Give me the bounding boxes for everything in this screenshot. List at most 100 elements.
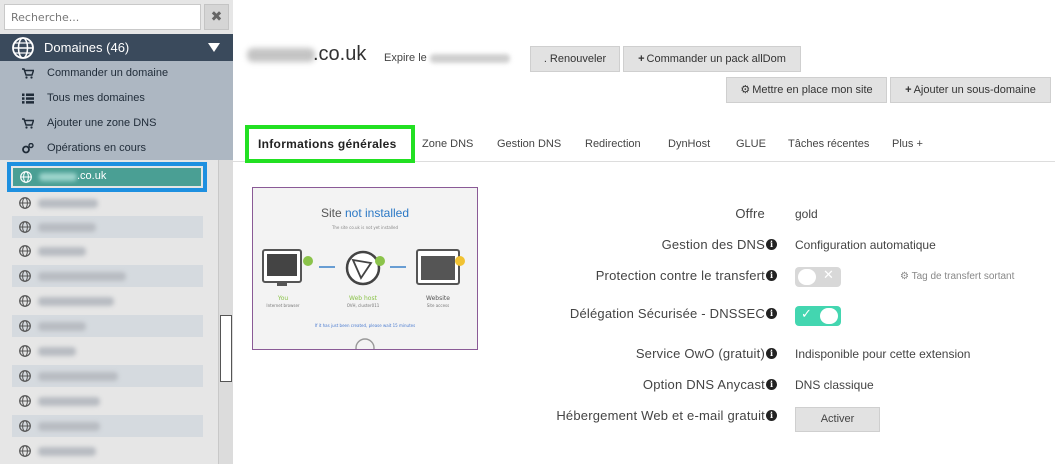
anycast-label: Option DNS Anycast <box>642 377 765 392</box>
preview-website-sub: Site access <box>426 303 450 308</box>
info-icon[interactable]: i <box>766 308 777 319</box>
menu-item-operations[interactable]: Opérations en cours <box>0 136 233 161</box>
expire-label: Expire le <box>384 52 427 64</box>
domain-list-item[interactable] <box>12 290 203 312</box>
clear-search-icon[interactable]: ✖ <box>204 4 229 30</box>
domain-list <box>0 160 218 464</box>
globe-icon <box>19 270 31 282</box>
domain-list-item[interactable] <box>12 216 203 238</box>
domain-list-item-active[interactable]: .co.uk <box>13 168 201 186</box>
tab-label: Plus + <box>892 138 923 150</box>
domain-list-item[interactable] <box>12 390 203 412</box>
globe-icon <box>19 445 31 457</box>
tab-dns-management[interactable]: Gestion DNS <box>497 126 561 162</box>
redacted-text <box>38 223 96 232</box>
redacted-text <box>38 247 86 256</box>
tab-redirection[interactable]: Redirection <box>585 126 641 162</box>
redacted-text <box>38 199 98 208</box>
transfer-protection-label: Protection contre le transfert <box>595 268 765 283</box>
tab-dns-zone[interactable]: Zone DNS <box>422 126 473 162</box>
dns-management-label: Gestion des DNS <box>661 237 765 252</box>
tab-dynhost[interactable]: DynHost <box>668 126 710 162</box>
globe-icon <box>20 171 32 183</box>
globe-icon <box>19 345 31 357</box>
preview-note: If it has just been created, please wait… <box>314 323 416 328</box>
renew-button[interactable]: . Renouveler <box>530 46 620 72</box>
info-icon[interactable]: i <box>766 410 777 421</box>
domain-list-item[interactable] <box>12 440 203 462</box>
transfer-protection-toggle[interactable]: ✕ <box>795 267 841 287</box>
preview-host-sub: OVH, cluster011 <box>346 303 380 308</box>
tab-label: Gestion DNS <box>497 138 562 150</box>
menu-item-label: Commander un domaine <box>47 67 169 79</box>
preview-website-label: Website <box>426 295 450 302</box>
redacted-text <box>38 347 76 356</box>
tab-recent-tasks[interactable]: Tâches récentes <box>788 126 869 162</box>
sidebar-scrollbar[interactable] <box>218 160 233 464</box>
setup-site-button[interactable]: ⚙ Mettre en place mon site <box>726 77 887 103</box>
renew-label: . Renouveler <box>543 53 607 65</box>
add-subdomain-label: Ajouter un sous-domaine <box>913 84 1036 96</box>
activate-button[interactable]: Activer <box>795 407 880 432</box>
active-domain-label: .co.uk <box>77 170 107 182</box>
plus-icon: + <box>638 53 645 65</box>
redacted-text <box>38 447 96 456</box>
offer-value: gold <box>795 207 818 221</box>
cart-icon <box>22 118 34 129</box>
search-bar: ✖ <box>4 4 229 30</box>
tab-label: Zone DNS <box>422 138 474 150</box>
preview-host-label: Web host <box>349 295 377 302</box>
globe-icon <box>12 37 34 59</box>
toggle-knob <box>798 269 816 285</box>
menu-item-all-domains[interactable]: Tous mes domaines <box>0 86 233 111</box>
info-icon[interactable]: i <box>766 379 777 390</box>
domain-list-item[interactable] <box>12 415 203 437</box>
active-domain-highlight: .co.uk <box>7 162 207 192</box>
redacted-text <box>430 54 510 63</box>
gear-icon: ⚙ <box>900 271 912 282</box>
dnssec-label: Délégation Sécurisée - DNSSEC <box>569 306 765 321</box>
main-panel: .co.uk Expire le . Renouveler + Commander… <box>233 0 1055 464</box>
site-preview[interactable]: Site not installed The site co.uk is not… <box>252 187 478 350</box>
tab-glue[interactable]: GLUE <box>736 126 766 162</box>
offer-label: Offre <box>735 206 765 221</box>
cart-icon <box>22 68 34 79</box>
domain-list-item[interactable] <box>12 365 203 387</box>
domains-menu-title: Domaines (46) <box>44 40 130 55</box>
info-icon[interactable]: i <box>766 348 777 359</box>
domain-list-item[interactable] <box>12 340 203 362</box>
menu-item-label: Tous mes domaines <box>47 92 145 104</box>
tab-bar: Informations générales Zone DNS Gestion … <box>233 125 1055 163</box>
anycast-value: DNS classique <box>795 378 874 392</box>
info-icon[interactable]: i <box>766 239 777 250</box>
search-input[interactable] <box>4 4 201 30</box>
caret-down-icon <box>208 43 220 52</box>
plus-icon: + <box>905 84 912 96</box>
domain-list-item[interactable] <box>12 265 203 287</box>
domain-list-item[interactable] <box>12 315 203 337</box>
menu-item-order-domain[interactable]: Commander un domaine <box>0 61 233 86</box>
dns-management-value: Configuration automatique <box>795 238 936 252</box>
menu-item-add-dns-zone[interactable]: Ajouter une zone DNS <box>0 111 233 136</box>
tab-general-info[interactable]: Informations générales <box>245 125 415 163</box>
tab-label: Redirection <box>585 138 641 150</box>
transfer-tag-link[interactable]: ⚙ Tag de transfert sortant <box>900 271 1014 282</box>
info-icon[interactable]: i <box>766 270 777 281</box>
order-pack-button[interactable]: + Commander un pack allDom <box>623 46 801 72</box>
tab-label: DynHost <box>668 138 711 150</box>
cogs-icon <box>22 143 34 154</box>
domain-list-item[interactable] <box>12 240 203 262</box>
cogs-icon: ⚙ <box>740 84 751 96</box>
redacted-text <box>38 397 100 406</box>
order-pack-label: Commander un pack allDom <box>646 53 786 65</box>
tab-more[interactable]: Plus + <box>892 126 923 162</box>
close-icon: ✕ <box>823 268 834 283</box>
globe-icon <box>19 420 31 432</box>
domains-menu-header[interactable]: Domaines (46) <box>0 34 233 61</box>
globe-icon <box>19 197 31 209</box>
scrollbar-thumb[interactable] <box>220 315 232 382</box>
domain-list-item[interactable] <box>12 192 203 214</box>
tab-label: Tâches récentes <box>788 138 870 150</box>
dnssec-toggle[interactable]: ✓ <box>795 306 841 326</box>
add-subdomain-button[interactable]: + Ajouter un sous-domaine <box>890 77 1051 103</box>
